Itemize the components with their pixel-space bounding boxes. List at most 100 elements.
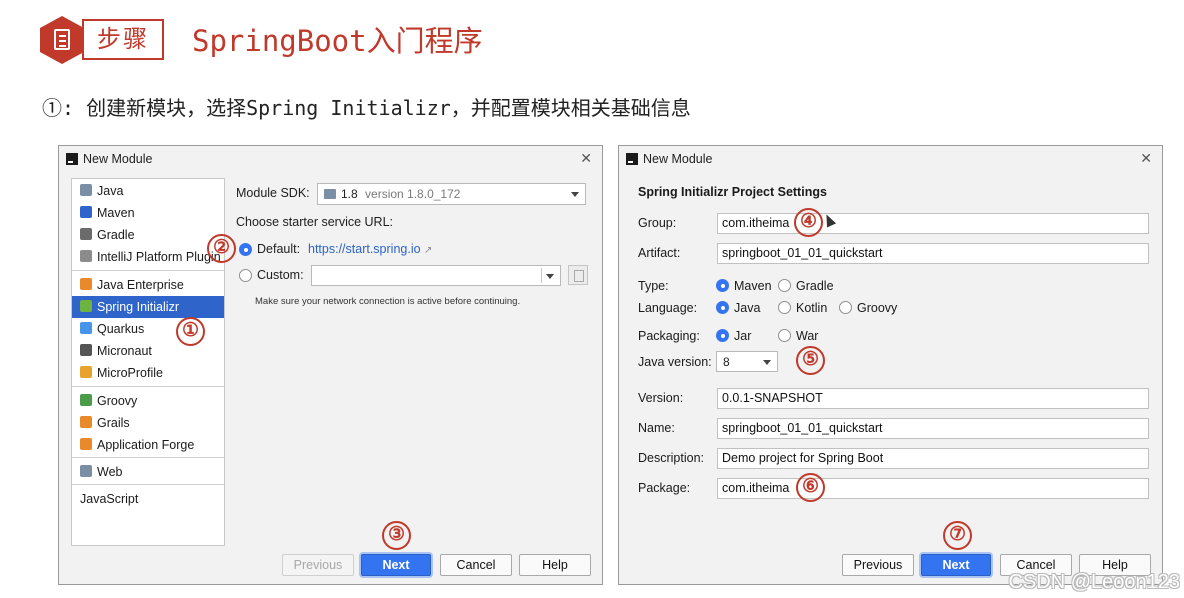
list-divider <box>72 386 224 387</box>
sidebar-item-label: Spring Initializr <box>97 300 179 314</box>
groovy-icon <box>80 394 92 406</box>
new-module-dialog-left: New Module ✕ Java Maven Gradle IntelliJ Pla… <box>58 145 603 585</box>
sidebar-item-label: Micronaut <box>97 344 152 358</box>
custom-url-radio[interactable] <box>239 269 252 282</box>
annotation-step-3: ③ <box>382 521 411 550</box>
description-field[interactable]: Demo project for Spring Boot <box>717 448 1149 469</box>
sidebar-item-intellij-platform-plugin[interactable]: IntelliJ Platform Plugin <box>72 246 224 268</box>
annotation-step-5: ⑤ <box>796 346 825 375</box>
language-label: Language: <box>638 301 698 315</box>
intellij-app-icon <box>66 153 78 165</box>
version-label: Version: <box>638 391 684 405</box>
sidebar-item-label: Java Enterprise <box>97 278 184 292</box>
annotation-step-6: ⑥ <box>796 473 825 502</box>
slide-subtitle: ①: 创建新模块，选择Spring Initializr，并配置模块相关基础信息 <box>42 96 691 120</box>
module-sdk-select[interactable]: 1.8 version 1.8.0_172 <box>317 183 586 205</box>
previous-button[interactable]: Previous <box>842 554 914 576</box>
sidebar-item-micronaut[interactable]: Micronaut <box>72 340 224 362</box>
new-module-dialog-right: New Module ✕ Spring Initializr Project S… <box>618 145 1163 585</box>
help-button[interactable]: Help <box>519 554 591 576</box>
slide-title: SpringBoot入门程序 <box>192 24 483 58</box>
language-java-radio[interactable] <box>716 301 729 314</box>
cancel-button[interactable]: Cancel <box>440 554 512 576</box>
sidebar-item-javascript[interactable]: JavaScript <box>72 488 224 510</box>
language-kotlin-radio[interactable] <box>778 301 791 314</box>
chevron-down-icon <box>763 360 771 365</box>
sidebar-item-label: Quarkus <box>97 322 145 336</box>
language-java-label: Java <box>734 301 761 315</box>
plugin-icon <box>80 250 92 262</box>
sidebar-item-spring-initializr[interactable]: Spring Initializr <box>72 296 224 318</box>
sidebar-item-groovy[interactable]: Groovy <box>72 390 224 412</box>
language-groovy-radio[interactable] <box>839 301 852 314</box>
packaging-war-label: War <box>796 329 819 343</box>
sidebar-item-label: Gradle <box>97 228 135 242</box>
browse-icon[interactable] <box>568 265 588 285</box>
default-url-label: Default: <box>257 242 301 256</box>
packaging-war-radio[interactable] <box>778 329 791 342</box>
sidebar-item-label: JavaScript <box>80 492 139 506</box>
sidebar-item-label: Maven <box>97 206 135 220</box>
spring-icon <box>80 300 92 312</box>
artifact-field[interactable]: springboot_01_01_quickstart <box>717 243 1149 264</box>
sidebar-item-label: MicroProfile <box>97 366 163 380</box>
document-icon <box>54 29 70 50</box>
dialog-titlebar: New Module ✕ <box>59 146 602 172</box>
sidebar-item-label: Application Forge <box>97 438 195 452</box>
packaging-label: Packaging: <box>638 329 700 343</box>
custom-url-label: Custom: <box>257 268 304 282</box>
sidebar-item-label: Web <box>97 465 123 479</box>
version-field[interactable]: 0.0.1-SNAPSHOT <box>717 388 1149 409</box>
annotation-step-7: ⑦ <box>943 521 972 550</box>
list-divider <box>72 270 224 271</box>
sdk-value: 1.8 <box>341 187 358 201</box>
intellij-app-icon <box>626 153 638 165</box>
type-maven-label: Maven <box>734 279 772 293</box>
sidebar-item-gradle[interactable]: Gradle <box>72 224 224 246</box>
packaging-jar-radio[interactable] <box>716 329 729 342</box>
maven-icon <box>80 206 92 218</box>
custom-url-input[interactable] <box>311 265 561 286</box>
sidebar-item-microprofile[interactable]: MicroProfile <box>72 362 224 384</box>
name-field[interactable]: springboot_01_01_quickstart <box>717 418 1149 439</box>
description-label: Description: <box>638 451 704 465</box>
group-label: Group: <box>638 216 677 230</box>
sidebar-item-java[interactable]: Java <box>72 180 224 202</box>
external-link-icon: ↗ <box>424 245 433 256</box>
chevron-down-icon <box>546 274 554 279</box>
close-icon[interactable]: ✕ <box>1140 150 1152 167</box>
java-folder-icon <box>80 184 92 196</box>
close-icon[interactable]: ✕ <box>580 150 592 167</box>
sidebar-item-label: Grails <box>97 416 130 430</box>
java-version-select[interactable]: 8 <box>716 351 778 372</box>
sidebar-item-maven[interactable]: Maven <box>72 202 224 224</box>
watermark: CSDN @Leoon123 <box>1008 571 1180 593</box>
next-button[interactable]: Next <box>921 554 991 576</box>
package-label: Package: <box>638 481 691 495</box>
packaging-jar-label: Jar <box>734 329 752 343</box>
default-url-radio[interactable] <box>239 243 252 256</box>
sidebar-item-label: IntelliJ Platform Plugin <box>97 250 221 264</box>
java-version-label: Java version: <box>638 355 712 369</box>
grails-icon <box>80 416 92 428</box>
package-field[interactable]: com.itheima <box>717 478 1149 499</box>
default-url-link[interactable]: https://start.spring.io ↗ <box>308 242 432 256</box>
step-hexagon-icon <box>40 16 84 64</box>
java-enterprise-icon <box>80 278 92 290</box>
type-gradle-radio[interactable] <box>778 279 791 292</box>
quarkus-icon <box>80 322 92 334</box>
list-divider <box>72 484 224 485</box>
language-kotlin-label: Kotlin <box>796 301 828 315</box>
sidebar-item-web[interactable]: Web <box>72 461 224 483</box>
type-gradle-label: Gradle <box>796 279 834 293</box>
sidebar-item-java-enterprise[interactable]: Java Enterprise <box>72 274 224 296</box>
sidebar-item-application-forge[interactable]: Application Forge <box>72 434 224 456</box>
type-maven-radio[interactable] <box>716 279 729 292</box>
list-divider <box>72 457 224 458</box>
previous-button[interactable]: Previous <box>282 554 354 576</box>
sidebar-item-grails[interactable]: Grails <box>72 412 224 434</box>
type-label: Type: <box>638 279 669 293</box>
group-field[interactable]: com.itheima <box>717 213 1149 234</box>
next-button[interactable]: Next <box>361 554 431 576</box>
sdk-folder-icon <box>324 189 336 199</box>
